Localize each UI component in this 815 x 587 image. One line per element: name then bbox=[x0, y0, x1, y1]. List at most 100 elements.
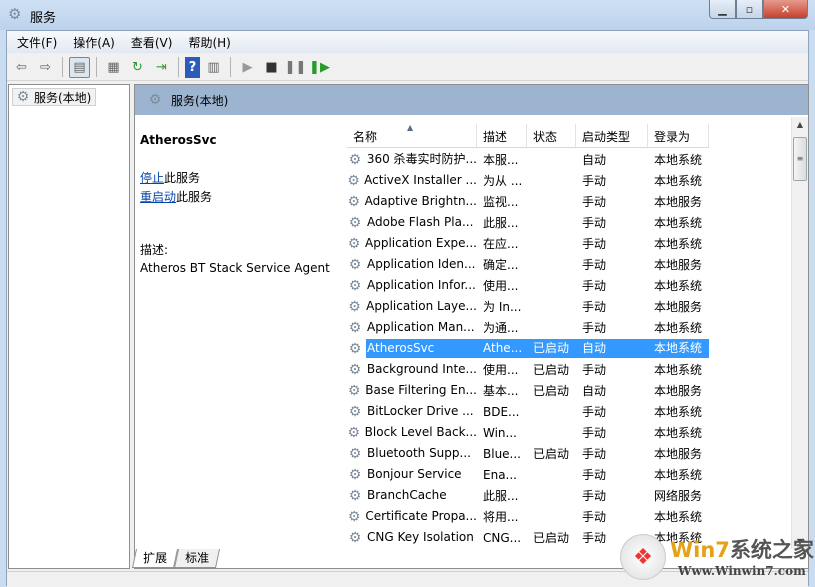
maximize-button[interactable]: ▫ bbox=[736, 0, 763, 19]
cell-description: Athe... bbox=[477, 339, 527, 358]
cell-description: 使用... bbox=[483, 363, 519, 377]
vertical-scrollbar[interactable]: ▲ ≡ ▼ bbox=[791, 117, 808, 549]
column-header-description[interactable]: 描述 bbox=[477, 124, 527, 147]
help-icon[interactable]: ? bbox=[185, 56, 200, 78]
service-name: Application Expe... bbox=[365, 236, 477, 250]
properties-icon[interactable]: ▦ bbox=[103, 57, 124, 78]
cell-status: 已启动 bbox=[533, 363, 570, 377]
gear-icon: ⚙ bbox=[348, 403, 362, 420]
table-row[interactable]: ⚙ Certificate Propa... 将用... 手动 本地系统 bbox=[347, 506, 709, 527]
cell-name: ⚙ Adaptive Brightn... bbox=[347, 192, 477, 211]
action-pane-icon[interactable]: ▥ bbox=[203, 57, 224, 78]
menu-file[interactable]: 文件(F) bbox=[17, 34, 57, 51]
cell-log-on-as: 本地系统 bbox=[654, 216, 703, 230]
scroll-up-icon[interactable]: ▲ bbox=[792, 120, 808, 129]
service-name: BranchCache bbox=[367, 488, 447, 502]
cell-startup-type: 自动 bbox=[582, 384, 607, 398]
menu-help[interactable]: 帮助(H) bbox=[188, 34, 230, 51]
table-row[interactable]: ⚙ Base Filtering En... 基本... 已启动 自动 本地服务 bbox=[347, 380, 709, 401]
gear-icon: ⚙ bbox=[347, 382, 361, 399]
tab-standard[interactable]: 标准 bbox=[173, 549, 221, 568]
table-row[interactable]: ⚙ BitLocker Drive ... BDE... 手动 本地系统 bbox=[347, 401, 709, 422]
stop-service-link[interactable]: 停止 bbox=[140, 171, 164, 185]
cell-log-on-as: 本地服务 bbox=[654, 195, 703, 209]
service-name: Application Man... bbox=[367, 320, 475, 334]
restart-service-icon[interactable]: ❚▶ bbox=[309, 57, 330, 78]
view-tabs: 扩展 标准 bbox=[131, 549, 221, 569]
show-hide-console-tree-icon[interactable]: ▤ bbox=[69, 56, 90, 78]
table-row[interactable]: ⚙ ActiveX Installer ... 为从 ... 手动 本地系统 bbox=[347, 170, 709, 191]
cell-name: ⚙ BranchCache bbox=[347, 486, 477, 505]
table-row[interactable]: ⚙ Background Inte... 使用... 已启动 手动 本地系统 bbox=[347, 359, 709, 380]
scroll-thumb[interactable]: ≡ bbox=[793, 137, 807, 181]
cell-description: CNG... bbox=[483, 530, 522, 545]
gear-icon: ⚙ bbox=[347, 172, 360, 189]
service-name: CNG Key Isolation bbox=[367, 530, 474, 544]
menu-action[interactable]: 操作(A) bbox=[73, 34, 115, 51]
table-row[interactable]: ⚙ Adaptive Brightn... 监视... 手动 本地服务 bbox=[347, 191, 709, 212]
watermark-logo: ❖ Win7系统之家 Www.Winwin7.com bbox=[620, 530, 815, 586]
cell-description: Blue... bbox=[483, 446, 521, 461]
table-row[interactable]: ⚙ Block Level Back... Win... 手动 本地系统 bbox=[347, 422, 709, 443]
main-frame: 文件(F) 操作(A) 查看(V) 帮助(H) ⇦ ⇨ ▤ ▦ ↻ ⇥ ? ▥ … bbox=[6, 30, 809, 587]
column-header-status[interactable]: 状态 bbox=[527, 124, 576, 147]
refresh-icon[interactable]: ↻ bbox=[127, 57, 148, 78]
service-name: 360 杀毒实时防护... bbox=[366, 152, 477, 166]
table-row[interactable]: ⚙ Adobe Flash Pla... 此服... 手动 本地系统 bbox=[347, 212, 709, 233]
cell-description: 确定... bbox=[483, 258, 519, 272]
cell-startup-type: 自动 bbox=[576, 339, 648, 358]
table-row[interactable]: ⚙ Application Man... 为通... 手动 本地系统 bbox=[347, 317, 709, 338]
services-list: ▲ 名称 描述 状态 启动类型 登录为 ⚙ 360 杀毒实时防护... 本服... 自动… bbox=[341, 117, 808, 549]
cell-log-on-as: 本地系统 bbox=[654, 510, 703, 524]
tree-item-services-local[interactable]: ⚙ 服务(本地) bbox=[12, 88, 97, 106]
cell-name: ⚙ Application Man... bbox=[347, 318, 477, 337]
table-row[interactable]: ⚙ AtherosSvc Athe... 已启动 自动 本地系统 bbox=[347, 338, 709, 359]
cell-startup-type: 手动 bbox=[582, 405, 607, 419]
table-row[interactable]: ⚙ Application Infor... 使用... 手动 本地系统 bbox=[347, 275, 709, 296]
table-row[interactable]: ⚙ Application Laye... 为 In... 手动 本地服务 bbox=[347, 296, 709, 317]
table-row[interactable]: ⚙ Application Expe... 在应... 手动 本地系统 bbox=[347, 233, 709, 254]
stop-service-icon[interactable]: ■ bbox=[261, 57, 282, 78]
cell-startup-type: 手动 bbox=[582, 216, 607, 230]
forward-arrow-icon[interactable]: ⇨ bbox=[35, 57, 56, 78]
cell-description: 基本... bbox=[483, 384, 519, 398]
restart-service-link[interactable]: 重启动 bbox=[140, 190, 176, 204]
table-row[interactable]: ⚙ BranchCache 此服... 手动 网络服务 bbox=[347, 485, 709, 506]
toolbar-separator bbox=[96, 57, 97, 77]
cell-startup-type: 手动 bbox=[582, 468, 607, 482]
cell-name: ⚙ Application Iden... bbox=[347, 255, 477, 274]
close-button[interactable]: ✕ bbox=[763, 0, 808, 19]
tab-extended[interactable]: 扩展 bbox=[131, 549, 179, 568]
table-row[interactable]: ⚙ Bluetooth Supp... Blue... 已启动 手动 本地服务 bbox=[347, 443, 709, 464]
table-row[interactable]: ⚙ Application Iden... 确定... 手动 本地服务 bbox=[347, 254, 709, 275]
service-name: Bonjour Service bbox=[367, 467, 462, 481]
cell-description: 此服... bbox=[483, 216, 519, 230]
cell-status: 已启动 bbox=[533, 531, 570, 545]
cell-log-on-as: 本地系统 bbox=[654, 321, 703, 335]
service-name: Application Laye... bbox=[366, 299, 477, 313]
pause-service-icon[interactable]: ❚❚ bbox=[285, 57, 307, 78]
gear-icon: ⚙ bbox=[348, 487, 362, 504]
export-list-icon[interactable]: ⇥ bbox=[151, 57, 172, 78]
list-header: ▲ 名称 描述 状态 启动类型 登录为 bbox=[347, 123, 709, 148]
start-service-icon[interactable]: ▶ bbox=[237, 57, 258, 78]
service-name: ActiveX Installer ... bbox=[364, 173, 477, 187]
column-header-startup-type[interactable]: 启动类型 bbox=[576, 124, 648, 147]
column-header-name[interactable]: ▲ 名称 bbox=[347, 123, 477, 147]
menu-view[interactable]: 查看(V) bbox=[131, 34, 173, 51]
minimize-button[interactable]: ▁ bbox=[709, 0, 736, 19]
back-arrow-icon[interactable]: ⇦ bbox=[11, 57, 32, 78]
tree-item-label: 服务(本地) bbox=[34, 90, 92, 105]
cell-log-on-as: 网络服务 bbox=[654, 489, 703, 503]
column-header-log-on-as[interactable]: 登录为 bbox=[648, 124, 709, 147]
table-row[interactable]: ⚙ 360 杀毒实时防护... 本服... 自动 本地系统 bbox=[347, 149, 709, 170]
gear-icon: ⚙ bbox=[348, 319, 362, 336]
table-row[interactable]: ⚙ Bonjour Service Ena... 手动 本地系统 bbox=[347, 464, 709, 485]
cell-description: BDE... bbox=[483, 404, 520, 419]
cell-name: ⚙ ActiveX Installer ... bbox=[347, 171, 477, 190]
services-pane: ⚙ 服务(本地) AtherosSvc 停止此服务 重启动此服务 描述: Ath… bbox=[134, 84, 809, 569]
cell-name: ⚙ Base Filtering En... bbox=[347, 381, 477, 400]
cell-log-on-as: 本地系统 bbox=[654, 237, 703, 251]
service-name: BitLocker Drive ... bbox=[367, 404, 474, 418]
cell-startup-type: 手动 bbox=[582, 363, 607, 377]
